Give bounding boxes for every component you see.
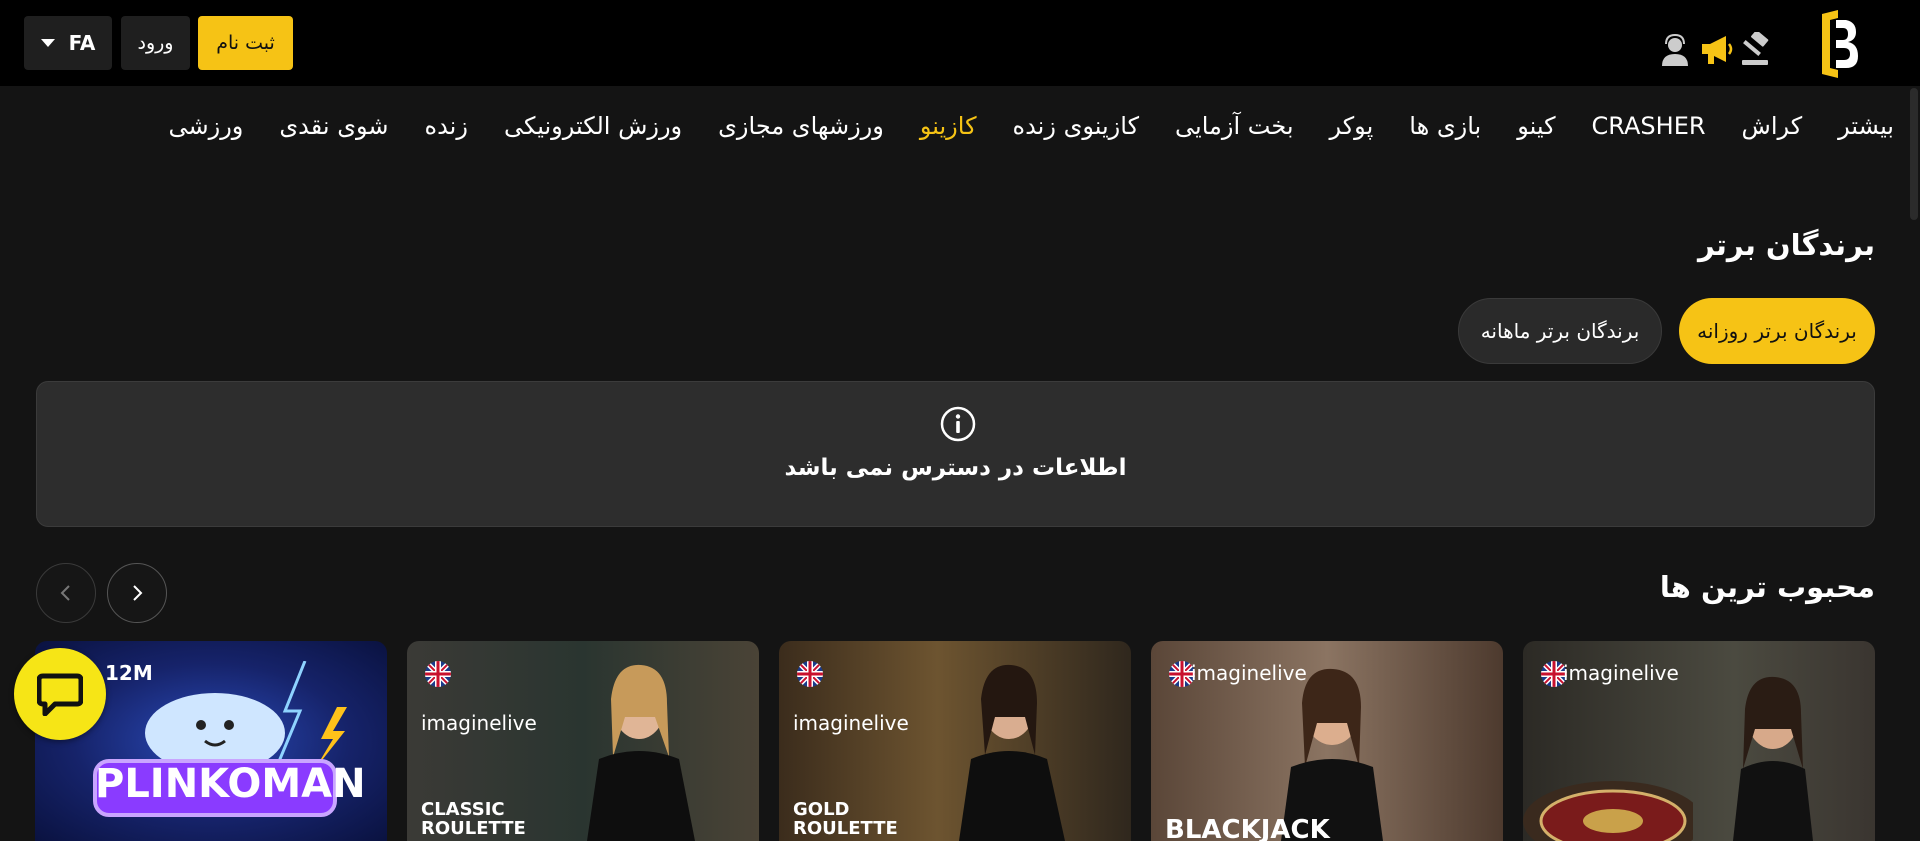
carousel-prev-button[interactable] xyxy=(36,563,96,623)
game-card-roulette-live[interactable]: imaginelive xyxy=(1523,641,1875,841)
dealer-image xyxy=(1733,676,1813,841)
chevron-right-icon xyxy=(133,585,143,601)
nav-item-esports[interactable]: ورزش الکترونیکی xyxy=(504,112,682,140)
game-title: GOLD ROULETTE xyxy=(793,799,898,839)
roulette-wheel-image xyxy=(1523,781,1693,841)
game-title: PLINKOMAN xyxy=(95,761,366,807)
megaphone-icon[interactable] xyxy=(1698,32,1734,68)
provider-label: imaginelive xyxy=(421,711,537,735)
provider-label: imaginelive xyxy=(1563,661,1679,685)
nav-item-live-casino[interactable]: کازینوی زنده xyxy=(1013,112,1140,140)
game-title: CLASSIC ROULETTE xyxy=(421,799,526,839)
main-nav: ورزشی شوی نقدی زنده ورزش الکترونیکی ورزش… xyxy=(168,106,1894,146)
live-chat-button[interactable] xyxy=(14,648,106,740)
top-header: ثبت نام ورود FA xyxy=(0,0,1920,86)
carousel-next-button[interactable] xyxy=(107,563,167,623)
nav-item-casino[interactable]: کازینو xyxy=(920,112,977,140)
nav-item-crash[interactable]: کراش xyxy=(1742,112,1803,140)
plinkoman-artwork xyxy=(93,661,347,817)
language-code: FA xyxy=(68,31,96,55)
nav-item-crasher[interactable]: CRASHER xyxy=(1592,112,1706,140)
game-card-blackjack[interactable]: imaginelive BLACKJACK xyxy=(1151,641,1503,841)
chevron-left-icon xyxy=(60,585,70,601)
nav-item-virtual-sports[interactable]: ورزشهای مجازی xyxy=(718,112,884,140)
game-title: BLACKJACK xyxy=(1165,815,1330,841)
nav-item-lottery[interactable]: بخت آزمایی xyxy=(1175,112,1293,140)
dealer-image xyxy=(959,664,1065,841)
winners-empty-state: اطلاعات در دسترس نمی باشد xyxy=(36,381,1875,527)
auction-icon[interactable] xyxy=(1738,30,1774,68)
info-icon xyxy=(940,406,976,442)
nav-item-sports[interactable]: ورزشی xyxy=(168,112,243,140)
nav-item-more[interactable]: بیشتر xyxy=(1838,112,1894,140)
support-agent-icon[interactable] xyxy=(1657,32,1693,68)
login-button[interactable]: ورود xyxy=(121,16,190,70)
nav-item-games[interactable]: بازی ها xyxy=(1409,112,1481,140)
chat-bubble-icon xyxy=(37,673,83,716)
scrollbar-thumb[interactable] xyxy=(1910,88,1918,220)
monthly-winners-tab[interactable]: برندگان برتر ماهانه xyxy=(1458,298,1662,364)
nav-item-keno[interactable]: کینو xyxy=(1517,112,1555,140)
dealer-image xyxy=(1281,668,1383,841)
register-button[interactable]: ثبت نام xyxy=(198,16,293,70)
provider-label: imaginelive xyxy=(793,711,909,735)
language-selector[interactable]: FA xyxy=(24,16,112,70)
dealer-image xyxy=(587,664,695,841)
game-card-classic-roulette[interactable]: imaginelive CLASSIC ROULETTE xyxy=(407,641,759,841)
caret-down-icon xyxy=(40,39,55,47)
empty-message: اطلاعات در دسترس نمی باشد xyxy=(784,455,1127,481)
nav-item-poker[interactable]: پوکر xyxy=(1330,112,1374,140)
nav-item-live[interactable]: زنده xyxy=(425,112,468,140)
top-winners-title: برندگان برتر xyxy=(1697,228,1875,262)
uk-flag-icon xyxy=(797,661,823,687)
brand-logo-icon[interactable] xyxy=(1816,10,1860,78)
game-card-gold-roulette[interactable]: imaginelive GOLD ROULETTE xyxy=(779,641,1131,841)
popular-title: محبوب ترین ها xyxy=(1659,570,1875,604)
daily-winners-tab[interactable]: برندگان برتر روزانه xyxy=(1679,298,1875,364)
uk-flag-icon xyxy=(425,661,451,687)
nav-item-cash-show[interactable]: شوی نقدی xyxy=(279,112,388,140)
